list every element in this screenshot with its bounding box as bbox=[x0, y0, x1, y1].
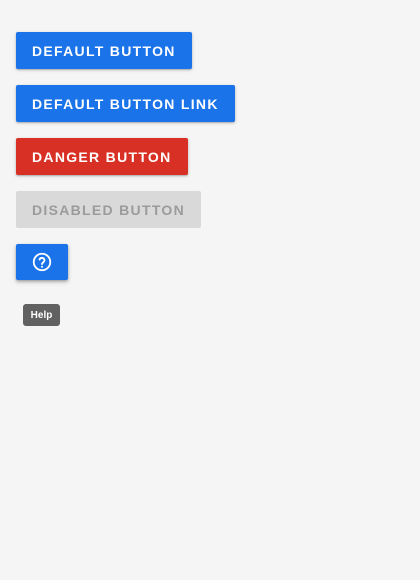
default-button-link[interactable]: Default Button Link bbox=[16, 85, 235, 122]
help-circle-icon bbox=[31, 251, 53, 273]
disabled-button: Disabled Button bbox=[16, 191, 202, 228]
danger-button[interactable]: Danger Button bbox=[16, 138, 188, 175]
button-stack: Default Button Default Button Link Dange… bbox=[0, 0, 420, 580]
default-button[interactable]: Default Button bbox=[16, 32, 192, 69]
help-tooltip: Help bbox=[23, 304, 60, 326]
help-button[interactable] bbox=[16, 244, 68, 280]
